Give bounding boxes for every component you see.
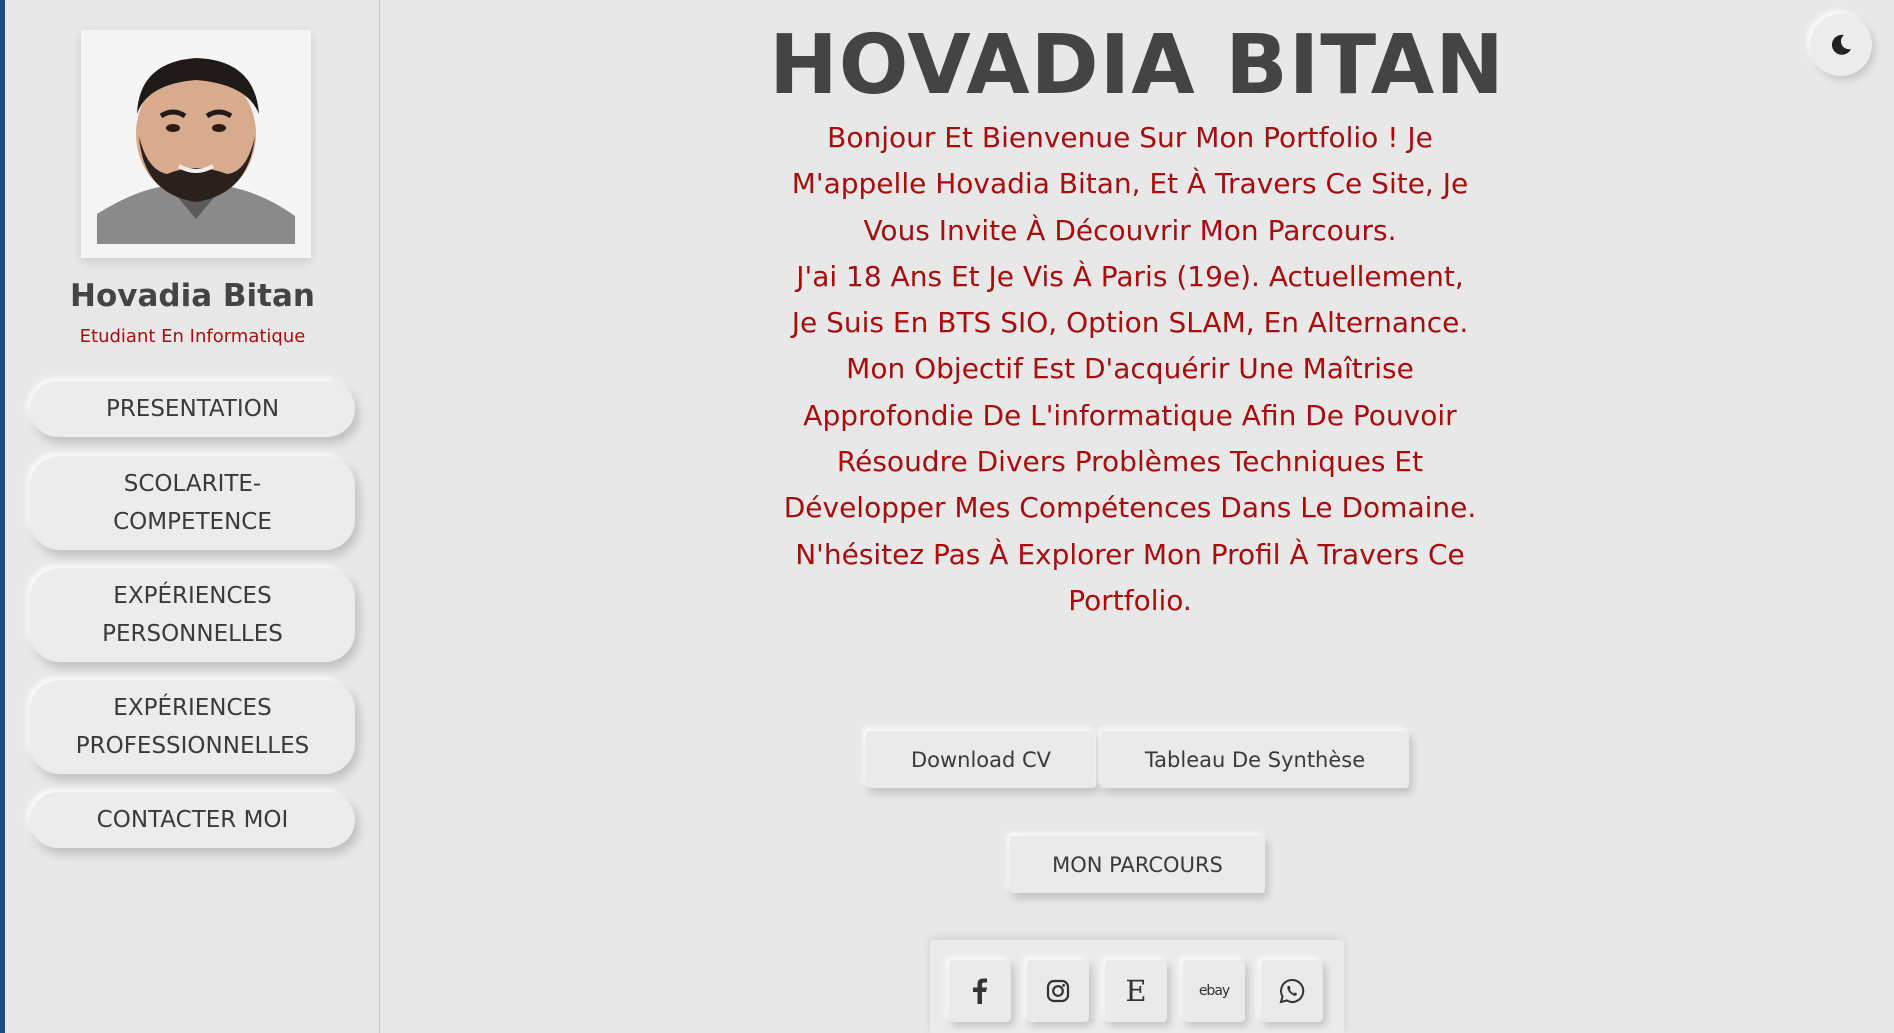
nav-contacter-moi[interactable]: CONTACTER MOI xyxy=(30,792,355,848)
profile-photo xyxy=(97,44,295,244)
intro-paragraph: J'ai 18 Ans Et Je Vis À Paris (19e). Act… xyxy=(791,259,1469,340)
page-title: HOVADIA BITAN xyxy=(769,18,1505,113)
download-cv-button[interactable]: Download CV xyxy=(866,731,1096,788)
intro-paragraph: Mon Objectif Est D'acquérir Une Maîtrise… xyxy=(783,352,1477,525)
nav-presentation[interactable]: PRESENTATION xyxy=(30,381,355,437)
portfolio-page: Hovadia Bitan Etudiant En Informatique P… xyxy=(0,0,1894,1033)
moon-icon xyxy=(1831,34,1851,55)
sidebar: Hovadia Bitan Etudiant En Informatique P… xyxy=(5,0,380,1033)
nav-scolarite-competence[interactable]: SCOLARITE- COMPETENCE xyxy=(30,456,355,550)
parcours-button[interactable]: MON PARCOURS xyxy=(1010,836,1265,893)
dark-mode-toggle[interactable] xyxy=(1810,14,1872,76)
nav-label: EXPÉRIENCES PROFESSIONNELLES xyxy=(75,695,310,759)
nav-label: PRESENTATION xyxy=(105,396,280,422)
whatsapp-icon[interactable] xyxy=(1261,960,1323,1022)
etsy-icon[interactable]: E xyxy=(1105,960,1167,1022)
facebook-icon[interactable] xyxy=(949,960,1011,1022)
nav-label: EXPÉRIENCES PERSONNELLES xyxy=(102,583,283,647)
social-links-panel: E ebay xyxy=(930,940,1344,1033)
nav-label: SCOLARITE- COMPETENCE xyxy=(113,471,272,535)
intro-text: Bonjour Et Bienvenue Sur Mon Portfolio !… xyxy=(780,115,1480,624)
profile-name: Hovadia Bitan xyxy=(70,278,315,314)
instagram-icon[interactable] xyxy=(1027,960,1089,1022)
ebay-icon[interactable]: ebay xyxy=(1183,960,1245,1022)
intro-paragraph: Bonjour Et Bienvenue Sur Mon Portfolio !… xyxy=(791,121,1469,247)
intro-paragraph: N'hésitez Pas À Explorer Mon Profil À Tr… xyxy=(795,537,1465,617)
nav-label: CONTACTER MOI xyxy=(96,807,289,833)
nav-experiences-personnelles[interactable]: EXPÉRIENCES PERSONNELLES xyxy=(30,568,355,662)
avatar xyxy=(81,30,311,258)
synthese-table-button[interactable]: Tableau De Synthèse xyxy=(1101,731,1409,788)
profile-role: Etudiant En Informatique xyxy=(79,326,306,347)
nav-experiences-professionnelles[interactable]: EXPÉRIENCES PROFESSIONNELLES xyxy=(30,680,355,774)
